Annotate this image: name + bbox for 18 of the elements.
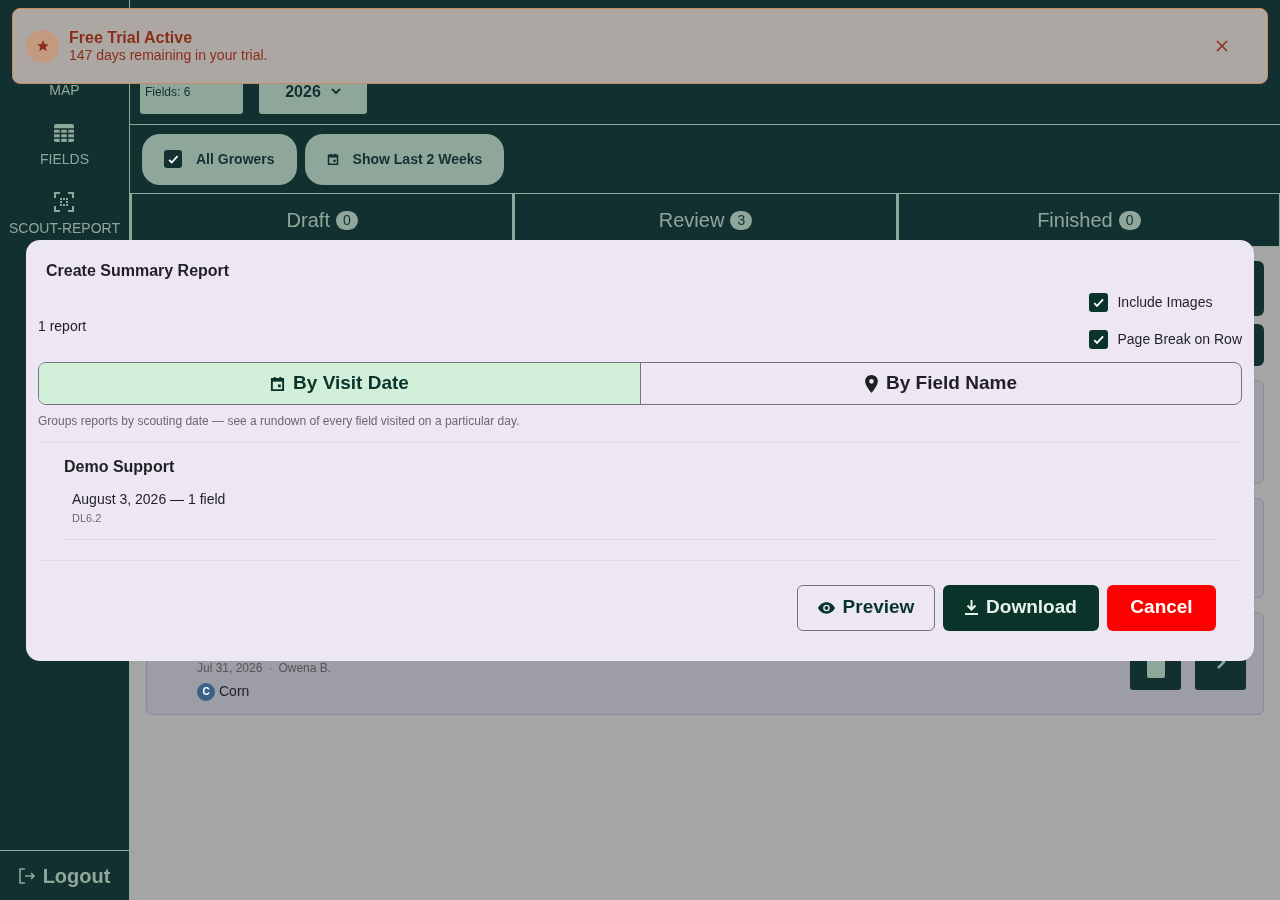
dialog-title: Create Summary Report	[46, 261, 230, 281]
entry-title: August 3, 2026 — 1 field	[72, 490, 227, 509]
crop-name: Corn	[219, 682, 250, 701]
mode-description: Groups reports by scouting date — see a rundown of every field visited on a particular day.	[38, 413, 521, 430]
option-label: Include Images	[1117, 293, 1213, 312]
count-badge: 0	[1118, 210, 1141, 230]
crop-badge: C	[197, 682, 215, 701]
report-author: Owena B.	[278, 660, 332, 677]
fields-count: Fields: 6	[145, 84, 191, 101]
report-count: 1 report	[38, 317, 88, 336]
count-badge: 3	[730, 210, 753, 230]
group-name: Demo Support	[64, 457, 176, 477]
option-label: Page Break on Row	[1117, 330, 1242, 349]
entry-fields: DL6.2	[72, 510, 1218, 527]
count-badge: 0	[335, 210, 358, 230]
toast-title: Free Trial Active	[69, 28, 194, 47]
separator-dot: ·	[268, 660, 273, 677]
report-date: Jul 31, 2026	[197, 660, 263, 677]
